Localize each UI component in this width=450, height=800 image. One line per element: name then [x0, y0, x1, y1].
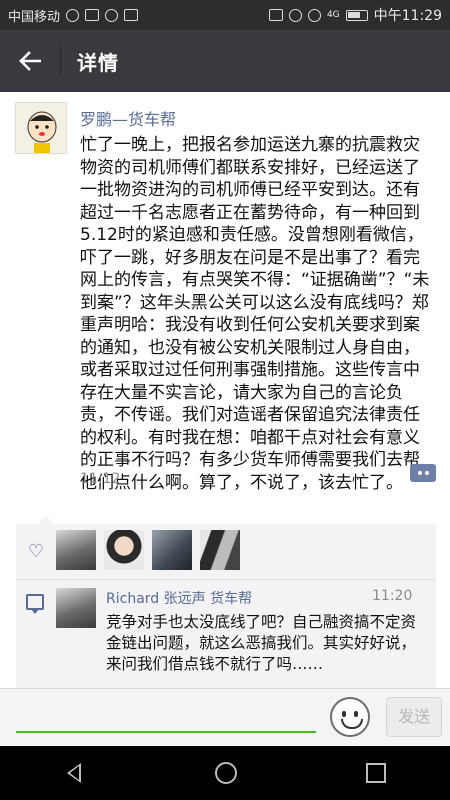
post-time: 11:12	[80, 471, 121, 487]
send-button[interactable]: 发送	[386, 697, 442, 737]
more-actions-button[interactable]	[410, 464, 436, 482]
more-dots-icon	[424, 471, 429, 475]
system-back-button[interactable]	[45, 746, 105, 800]
app-bar: 详情	[0, 30, 450, 92]
commenter-name[interactable]: Richard 张远声 货车帮	[106, 588, 252, 608]
arrow-left-icon	[19, 51, 41, 71]
more-dots-icon	[417, 471, 422, 475]
message-icon	[124, 9, 139, 21]
comment-input[interactable]	[16, 697, 316, 733]
notification-icon	[66, 8, 80, 22]
vibrate-icon	[268, 9, 283, 21]
interaction-panel: ♡ Richard 张远声 货车帮 11:20 竞争对手也太没底线了吧？自己融资…	[16, 516, 436, 688]
wifi-icon	[307, 8, 321, 22]
like-avatar[interactable]	[152, 530, 192, 570]
system-home-button[interactable]	[195, 746, 255, 800]
emoji-button[interactable]	[330, 697, 370, 737]
carrier-label: 中国移动	[8, 9, 61, 25]
like-avatar[interactable]	[56, 530, 96, 570]
cartoon-avatar-icon	[27, 111, 57, 153]
network-type-label: 4G	[326, 10, 340, 20]
alarm-icon	[288, 8, 302, 22]
post-detail: 罗鹏—货车帮 忙了一晚上，把报名参加运送九寨的抗震救灾物资的司机师傅们都联系安排…	[0, 92, 450, 688]
heart-icon: ♡	[27, 541, 45, 562]
comment-item[interactable]: Richard 张远声 货车帮 11:20 竞争对手也太没底线了吧？自己融资搞不…	[16, 580, 436, 688]
post-text: 忙了一晚上，把报名参加运送九寨的抗震救灾物资的司机师傅们都联系安排好，已经运送了…	[80, 135, 430, 493]
comment-text: 竞争对手也太没底线了吧？自己融资搞不定资金链出问题，就这么恶搞我们。其实好好说，…	[106, 613, 417, 673]
author-avatar[interactable]	[15, 102, 67, 154]
system-nav-bar	[0, 746, 450, 800]
battery-icon	[345, 9, 368, 21]
likes-row: ♡	[16, 524, 436, 580]
like-avatar[interactable]	[104, 530, 144, 570]
comment-time: 11:20	[372, 588, 413, 604]
like-avatar[interactable]	[200, 530, 240, 570]
system-recents-button[interactable]	[345, 746, 405, 800]
key-icon	[105, 8, 119, 22]
comment-input-bar: 发送	[0, 688, 450, 746]
commenter-avatar[interactable]	[56, 588, 96, 628]
sim-icon	[85, 9, 100, 21]
back-button[interactable]	[0, 30, 60, 92]
status-bar: 中国移动 4G 中午11:29	[0, 0, 450, 30]
page-title: 详情	[77, 50, 119, 75]
comment-icon	[26, 594, 44, 614]
app-bar-divider	[60, 46, 61, 76]
post-author-name[interactable]: 罗鹏—货车帮	[80, 106, 176, 130]
status-time: 中午11:29	[373, 8, 442, 24]
